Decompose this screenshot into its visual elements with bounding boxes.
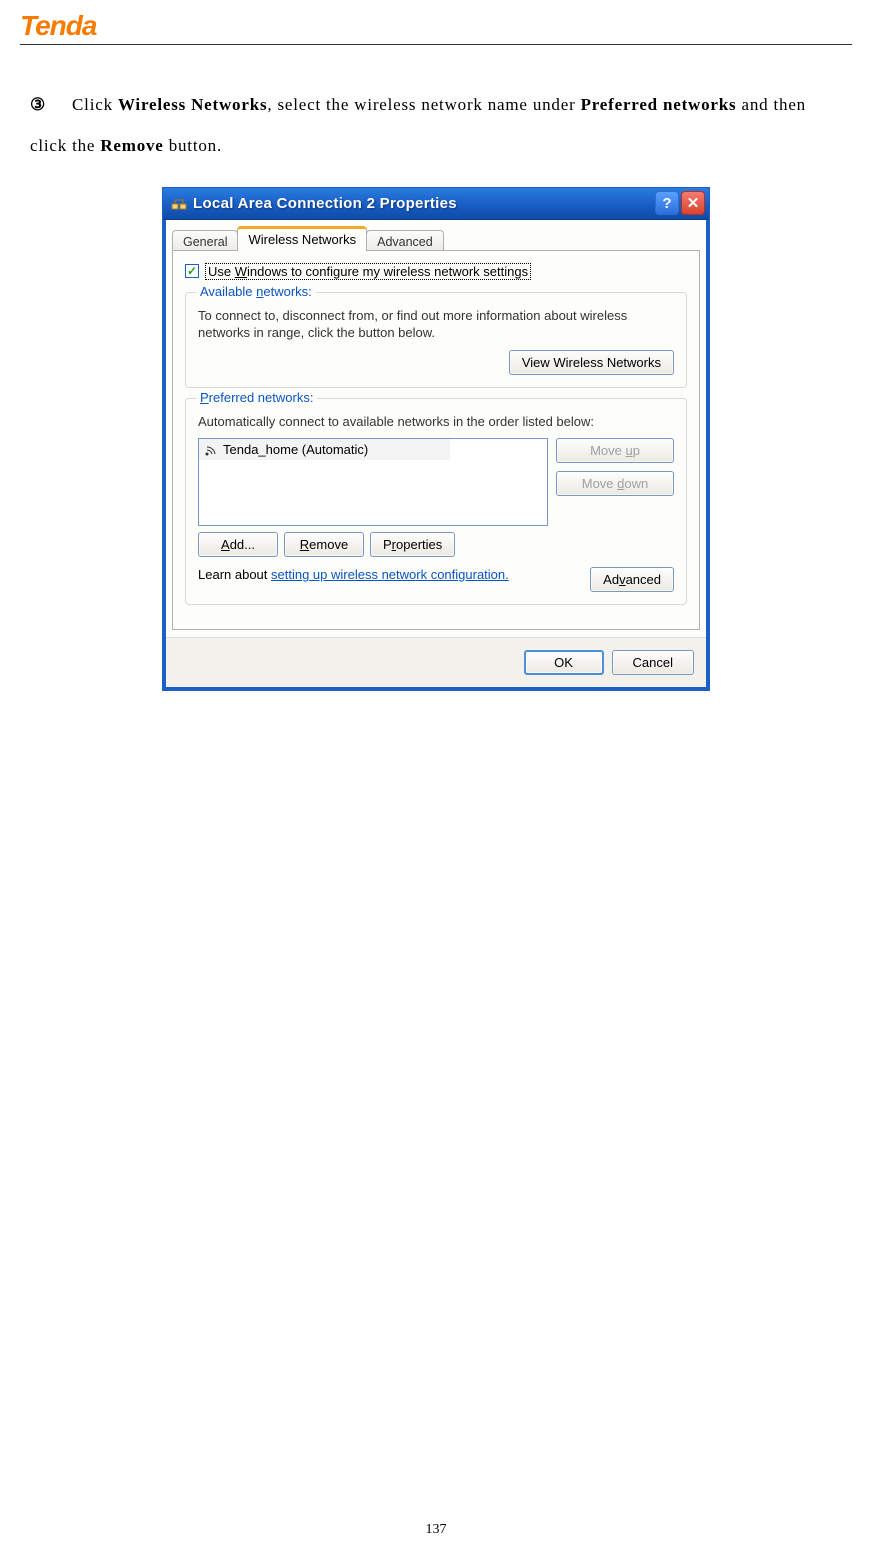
list-item[interactable]: Tenda_home (Automatic) [199, 439, 450, 460]
tab-pane-wireless: ✓ Use Windows to configure my wireless n… [172, 250, 700, 631]
available-networks-group: Available networks: To connect to, disco… [185, 292, 687, 388]
page-header: Tenda [0, 0, 872, 42]
properties-dialog: Local Area Connection 2 Properties ? ✕ G… [162, 187, 710, 692]
tenda-logo: Tenda [20, 10, 96, 41]
instr-post: button. [164, 136, 222, 155]
preferred-networks-group: Preferred networks: Automatically connec… [185, 398, 687, 606]
moveup-pre: Move [590, 443, 625, 458]
available-networks-title: Available networks: [196, 284, 316, 299]
cancel-button[interactable]: Cancel [612, 650, 694, 675]
instr-pre1: Click [72, 95, 118, 114]
properties-button[interactable]: Properties [370, 532, 455, 557]
dialog-body: General Wireless Networks Advanced ✓ Use… [163, 220, 709, 688]
remove-button[interactable]: Remove [284, 532, 364, 557]
titlebar-buttons: ? ✕ [655, 191, 705, 215]
instruction-paragraph: ③ Click Wireless Networks, select the wir… [0, 45, 872, 177]
movedown-post: own [624, 476, 648, 491]
moveup-post: p [633, 443, 640, 458]
preferred-list[interactable]: Tenda_home (Automatic) [198, 438, 548, 526]
dialog-title: Local Area Connection 2 Properties [193, 195, 655, 212]
adv-pre: Ad [603, 572, 619, 587]
wifi-icon [203, 443, 217, 457]
move-down-button[interactable]: Move down [556, 471, 674, 496]
dialog-footer: OK Cancel [166, 637, 706, 687]
advanced-button[interactable]: Advanced [590, 567, 674, 592]
page-number: 137 [0, 1522, 872, 1538]
cb-post: indows to configure my wireless network … [247, 264, 528, 279]
instr-mid1: , select the wireless network name under [267, 95, 580, 114]
instr-bold2: Preferred networks [581, 95, 737, 114]
close-button[interactable]: ✕ [681, 191, 705, 215]
list-item-label: Tenda_home (Automatic) [223, 442, 368, 457]
preferred-networks-text: Automatically connect to available netwo… [198, 413, 674, 431]
use-windows-checkbox-row: ✓ Use Windows to configure my wireless n… [185, 263, 687, 280]
avail-title-pre: Available [200, 284, 256, 299]
ok-button[interactable]: OK [524, 650, 604, 675]
adv-post: anced [626, 572, 661, 587]
avail-title-post: etworks: [263, 284, 311, 299]
learn-row: Learn about setting up wireless network … [198, 567, 674, 592]
pref-title-post: referred networks: [209, 390, 314, 405]
remove-post: emove [309, 537, 348, 552]
pref-title-u: P [200, 390, 209, 405]
connection-icon [171, 195, 187, 211]
add-u: A [221, 537, 230, 552]
use-windows-checkbox[interactable]: ✓ [185, 264, 199, 278]
learn-text: Learn about setting up wireless network … [198, 567, 580, 583]
available-networks-text: To connect to, disconnect from, or find … [198, 307, 674, 342]
learn-pre: Learn about [198, 567, 271, 582]
add-remove-props-row: Add... Remove Properties [198, 532, 674, 557]
preferred-networks-title: Preferred networks: [196, 390, 317, 405]
movedown-pre: Move [582, 476, 617, 491]
dialog-titlebar: Local Area Connection 2 Properties ? ✕ [163, 188, 709, 220]
move-buttons: Move up Move down [556, 438, 674, 526]
learn-link[interactable]: setting up wireless network configuratio… [271, 567, 509, 582]
dialog-bottom-border [163, 687, 709, 690]
props-pre: P [383, 537, 392, 552]
add-post: dd... [230, 537, 255, 552]
tab-wireless-networks[interactable]: Wireless Networks [237, 226, 367, 251]
props-post: operties [396, 537, 442, 552]
use-windows-label: Use Windows to configure my wireless net… [205, 263, 531, 280]
cb-u: W [235, 264, 247, 279]
cb-pre: Use [208, 264, 235, 279]
remove-u: R [300, 537, 309, 552]
move-up-button[interactable]: Move up [556, 438, 674, 463]
instr-bold1: Wireless Networks [118, 95, 267, 114]
step-marker: ③ [30, 95, 46, 114]
tabs-row: General Wireless Networks Advanced [166, 220, 706, 251]
help-button[interactable]: ? [655, 191, 679, 215]
add-button[interactable]: Add... [198, 532, 278, 557]
moveup-u: u [625, 443, 632, 458]
view-wireless-row: View Wireless Networks [198, 350, 674, 375]
preferred-list-row: Tenda_home (Automatic) Move up Move down [198, 438, 674, 526]
instr-bold3: Remove [100, 136, 163, 155]
view-wireless-button[interactable]: View Wireless Networks [509, 350, 674, 375]
